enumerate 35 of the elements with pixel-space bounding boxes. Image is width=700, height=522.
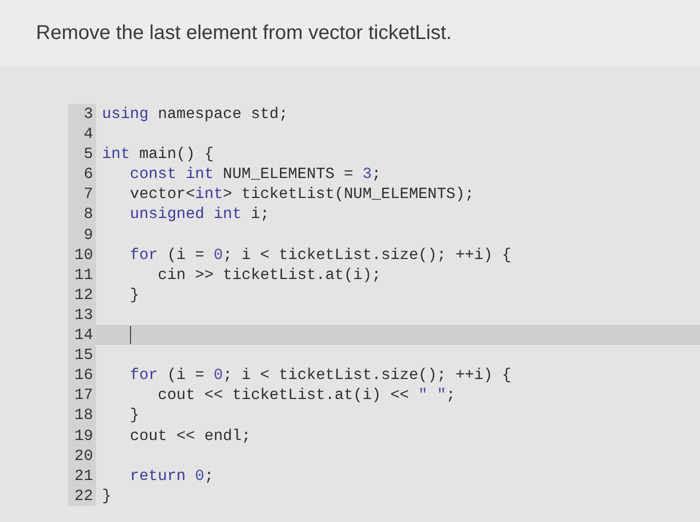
- line-number: 13: [68, 304, 96, 326]
- code-line: }: [102, 486, 112, 506]
- line-number: 16: [68, 365, 96, 386]
- line-number: 6: [68, 164, 96, 184]
- code-line: cin >> ticketList.at(i);: [156, 264, 382, 285]
- line-number: 17: [68, 385, 96, 406]
- line-number: 11: [68, 264, 96, 285]
- code-line: }: [128, 405, 140, 426]
- line-number: 7: [68, 184, 96, 204]
- code-line: using namespace std;: [102, 104, 288, 124]
- line-number: 8: [68, 204, 96, 225]
- line-number: 19: [68, 426, 96, 446]
- line-number: 15: [68, 345, 96, 366]
- line-number: 12: [68, 284, 96, 305]
- line-number: 9: [68, 224, 96, 245]
- line-number: 20: [68, 446, 96, 466]
- task-title: Remove the last element from vector ticketList.: [36, 21, 452, 46]
- code-line: unsigned int i;: [128, 204, 270, 225]
- code-line: for (i = 0; i < ticketList.size(); ++i) {: [128, 244, 512, 265]
- text-cursor: [130, 326, 131, 344]
- code-line: cout << endl;: [128, 426, 251, 446]
- line-number: 4: [68, 124, 96, 144]
- code-line: vector<int> ticketList(NUM_ELEMENTS);: [128, 184, 474, 204]
- line-number: 5: [68, 144, 96, 164]
- line-number: 22: [68, 486, 96, 506]
- code-line: }: [128, 284, 140, 305]
- code-line: for (i = 0; i < ticketList.size(); ++i) {: [128, 365, 512, 386]
- line-number: 10: [68, 244, 96, 265]
- code-line: cout << ticketList.at(i) << " ";: [156, 385, 456, 406]
- code-line: const int NUM_ELEMENTS = 3;: [128, 164, 382, 184]
- code-line: int main() {: [102, 144, 214, 164]
- code-line: return 0;: [128, 466, 214, 486]
- line-number: 3: [68, 104, 96, 124]
- line-number: 18: [68, 405, 96, 426]
- line-number: 21: [68, 466, 96, 486]
